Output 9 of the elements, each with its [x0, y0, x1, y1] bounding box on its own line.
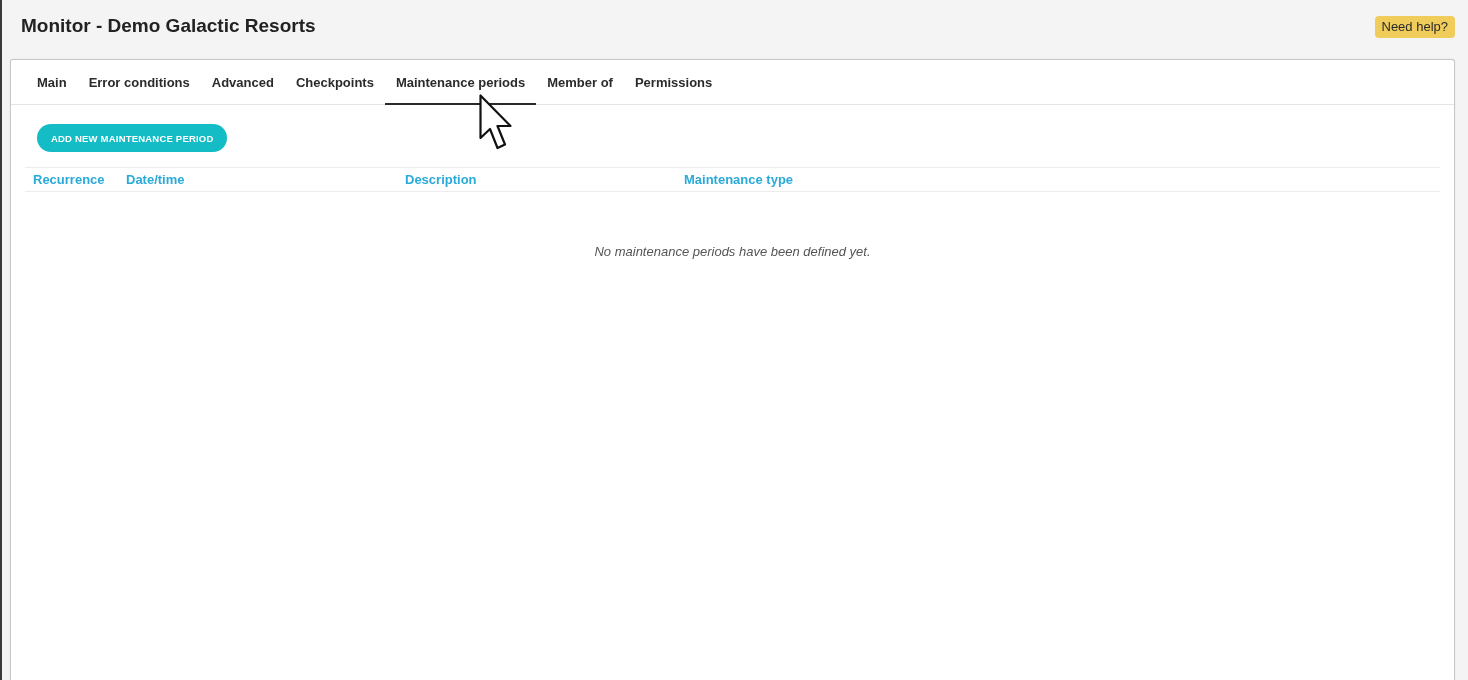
- tab[interactable]: Advanced: [200, 60, 285, 105]
- page-title: Monitor - Demo Galactic Resorts: [21, 14, 316, 38]
- tab[interactable]: Checkpoints: [284, 60, 385, 105]
- tab[interactable]: Member of: [536, 60, 624, 105]
- tab[interactable]: Main: [26, 60, 78, 105]
- help-button[interactable]: Need help?: [1374, 16, 1455, 38]
- tab[interactable]: Error conditions: [77, 60, 201, 105]
- tab[interactable]: Permissions: [623, 60, 724, 105]
- empty-table-message: No maintenance periods have been defined yet.: [594, 244, 871, 259]
